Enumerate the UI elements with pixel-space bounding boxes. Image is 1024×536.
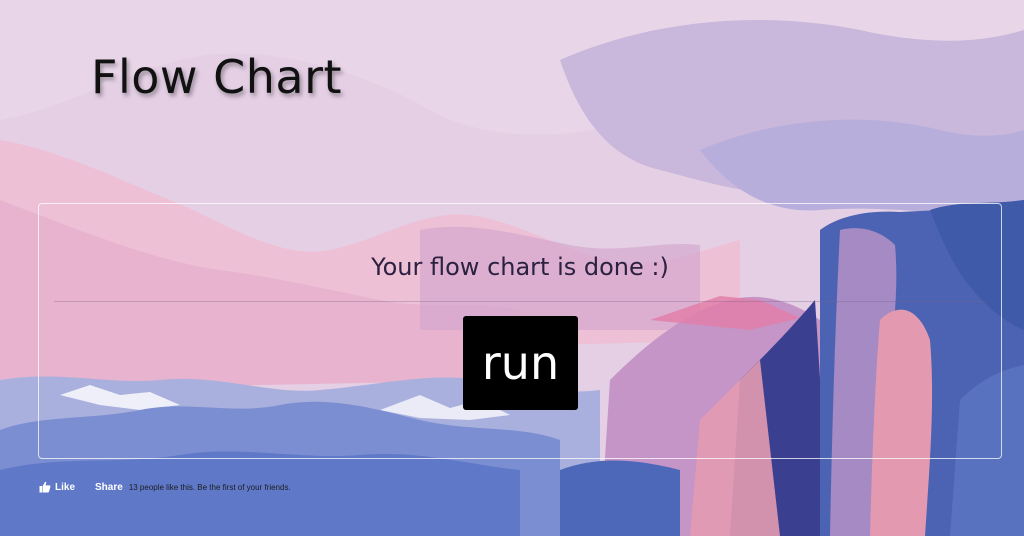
facebook-like-button[interactable]: Like — [39, 481, 75, 493]
page-title: Flow Chart — [91, 50, 343, 104]
completion-message: Your flow chart is done :) — [371, 253, 669, 281]
facebook-like-label: Like — [55, 481, 76, 493]
facebook-share-button[interactable]: Share — [95, 482, 123, 493]
divider — [54, 301, 986, 302]
run-button[interactable]: run — [463, 316, 578, 410]
facebook-like-widget: Like Share 13 people like this. Be the f… — [39, 480, 291, 494]
result-card: Your flow chart is done :) run — [38, 203, 1002, 459]
facebook-like-count: 13 people like this. Be the first of you… — [128, 482, 291, 492]
thumbs-up-icon — [39, 481, 51, 493]
